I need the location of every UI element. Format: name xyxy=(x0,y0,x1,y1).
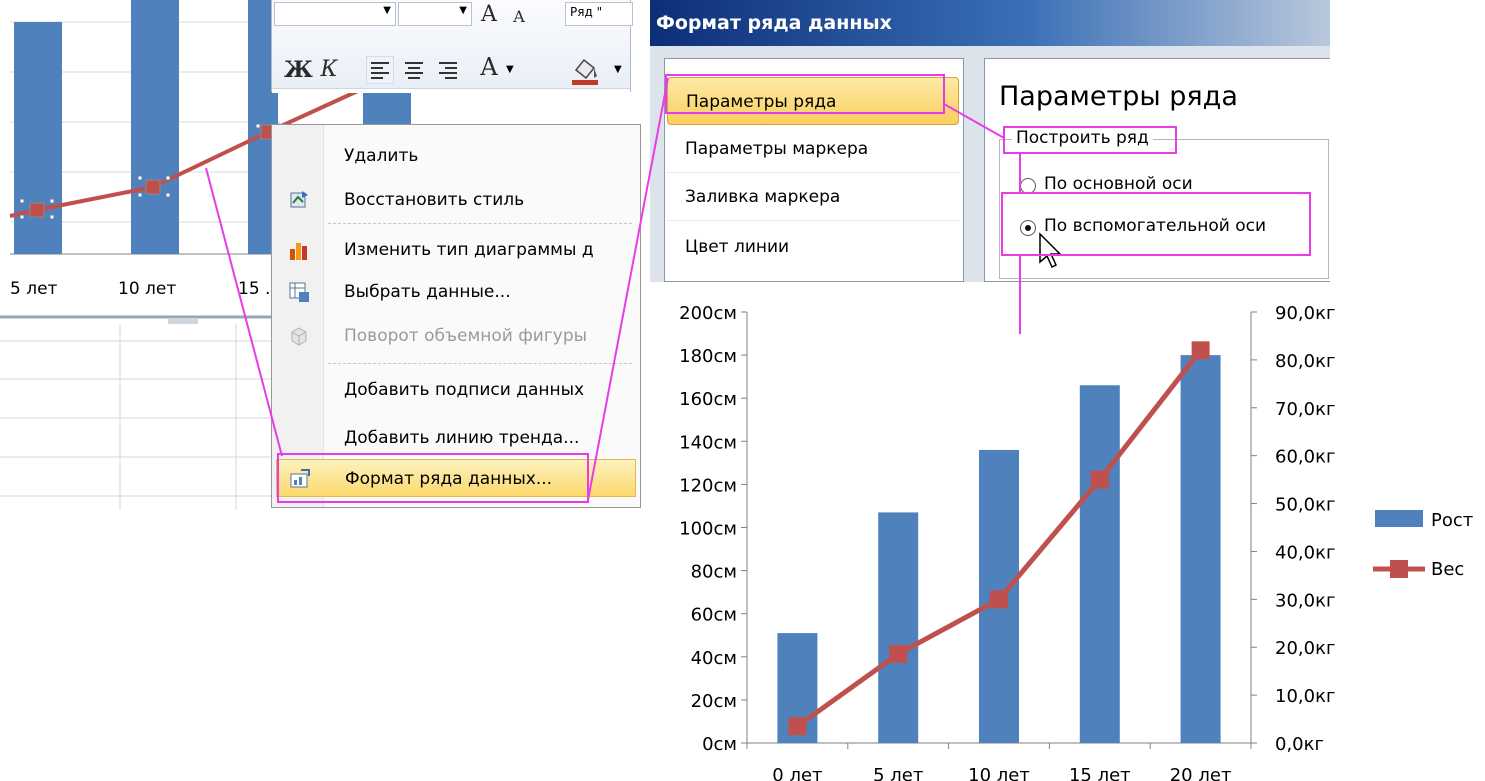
group-label: Построить ряд xyxy=(1012,128,1153,148)
y2-tick-label: 80,0кг xyxy=(1275,351,1335,372)
dialog-title: Формат ряда данных xyxy=(650,0,1330,46)
menu-item-label: Изменить тип диаграммы д xyxy=(344,240,594,260)
legend-swatch-bar xyxy=(1375,510,1423,527)
menu-item-label: Выбрать данные... xyxy=(344,282,511,302)
y2-tick-label: 90,0кг xyxy=(1275,303,1335,324)
format-series-icon xyxy=(290,469,310,488)
chevron-down-icon[interactable]: ▼ xyxy=(614,64,622,75)
font-name-combo[interactable]: ▼ xyxy=(274,2,396,26)
context-menu: Удалить Восстановить стиль Изменить тип … xyxy=(271,124,641,508)
y2-tick-label: 40,0кг xyxy=(1275,542,1335,563)
y-tick-label: 100см xyxy=(679,519,737,540)
bg-bar xyxy=(363,92,411,124)
bar xyxy=(878,512,919,743)
bg-x-label: 10 лет xyxy=(118,279,176,299)
y-tick-label: 180см xyxy=(679,346,737,367)
align-right-icon[interactable] xyxy=(434,56,462,84)
radio-primary-label: По основной оси xyxy=(1044,174,1193,194)
line-marker xyxy=(1090,470,1109,489)
chevron-down-icon[interactable]: ▼ xyxy=(506,64,514,75)
font-size-combo[interactable]: ▼ xyxy=(398,2,472,26)
y2-tick-label: 20,0кг xyxy=(1275,638,1335,659)
chevron-down-icon: ▼ xyxy=(459,5,467,16)
menu-item-label: Формат ряда данных... xyxy=(345,469,553,489)
align-center-icon[interactable] xyxy=(400,56,428,84)
series-name-field[interactable]: Ряд " xyxy=(565,2,633,26)
legend-label: Вес xyxy=(1431,559,1464,580)
fill-color-icon[interactable] xyxy=(570,54,600,86)
font-color-button[interactable]: A xyxy=(478,52,500,82)
chart-type-icon xyxy=(290,243,307,260)
panel-title: Параметры ряда xyxy=(999,81,1238,112)
mouse-cursor-icon xyxy=(1039,232,1062,269)
line-marker xyxy=(1191,341,1210,360)
dialog-nav: Параметры ряда Параметры маркера Заливка… xyxy=(664,58,964,282)
menu-item-format-data-series[interactable]: Формат ряда данных... xyxy=(276,459,636,497)
menu-item-change-chart-type[interactable]: Изменить тип диаграммы д xyxy=(272,231,640,269)
radio-secondary-label: По вспомогательной оси xyxy=(1044,216,1267,236)
y-tick-label: 40см xyxy=(691,648,737,669)
nav-item-marker-options[interactable]: Параметры маркера xyxy=(667,125,959,173)
x-tick-label: 5 лет xyxy=(873,765,923,781)
y-tick-label: 200см xyxy=(679,303,737,324)
y-tick-label: 20см xyxy=(691,691,737,712)
align-left-icon[interactable] xyxy=(366,56,394,84)
y2-tick-label: 60,0кг xyxy=(1275,447,1335,468)
x-tick-label: 15 лет xyxy=(1069,765,1131,781)
bg-bar xyxy=(131,0,179,254)
y-tick-label: 0см xyxy=(702,734,737,755)
bar xyxy=(1180,355,1221,743)
menu-item-add-data-labels[interactable]: Добавить подписи данных xyxy=(272,371,640,409)
y-tick-label: 60см xyxy=(691,605,737,626)
y2-tick-label: 0,0кг xyxy=(1275,734,1324,755)
y-tick-label: 80см xyxy=(691,562,737,583)
dialog-panel: Параметры ряда Построить ряд По основной… xyxy=(984,58,1330,282)
italic-button[interactable]: К xyxy=(318,55,340,85)
y2-tick-label: 10,0кг xyxy=(1275,686,1335,707)
y2-tick-label: 70,0кг xyxy=(1275,399,1335,420)
menu-item-select-data[interactable]: Выбрать данные... xyxy=(272,273,640,311)
menu-item-delete[interactable]: Удалить xyxy=(272,137,640,175)
chevron-down-icon: ▼ xyxy=(383,5,391,16)
legend-label: Рост xyxy=(1431,510,1473,531)
menu-item-label: Добавить подписи данных xyxy=(344,380,585,400)
y-tick-label: 120см xyxy=(679,475,737,496)
shrink-font-button[interactable]: A xyxy=(508,2,530,32)
select-data-icon xyxy=(289,282,309,302)
3d-rotation-icon xyxy=(291,327,307,346)
bg-x-label: 5 лет xyxy=(10,279,58,299)
x-tick-label: 20 лет xyxy=(1170,765,1232,781)
menu-item-add-trendline[interactable]: Добавить линию тренда... xyxy=(272,419,640,457)
bg-x-label: 15 . xyxy=(238,279,270,299)
format-data-series-dialog: Формат ряда данных Параметры ряда Параме… xyxy=(650,0,1330,282)
y-tick-label: 160см xyxy=(679,389,737,410)
legend-swatch-marker xyxy=(1390,560,1408,578)
radio-primary-axis[interactable] xyxy=(1020,178,1036,194)
menu-item-label: Добавить линию тренда... xyxy=(344,428,580,448)
menu-item-label: Удалить xyxy=(344,146,419,166)
y2-tick-label: 30,0кг xyxy=(1275,590,1335,611)
x-tick-label: 10 лет xyxy=(968,765,1030,781)
grow-font-button[interactable]: A xyxy=(478,0,500,30)
y-tick-label: 140см xyxy=(679,432,737,453)
radio-secondary-axis[interactable] xyxy=(1020,220,1036,236)
reset-style-icon xyxy=(290,191,308,208)
line-marker xyxy=(889,644,908,663)
y2-tick-label: 50,0кг xyxy=(1275,495,1335,516)
bold-button[interactable]: Ж xyxy=(284,55,313,85)
menu-item-3d-rotation: Поворот объемной фигуры xyxy=(272,317,640,355)
menu-item-reset-style[interactable]: Восстановить стиль xyxy=(272,181,640,219)
menu-item-label: Восстановить стиль xyxy=(344,190,525,210)
nav-item-series-options[interactable]: Параметры ряда xyxy=(667,77,959,125)
line-marker xyxy=(788,717,807,736)
bar xyxy=(1079,385,1120,743)
menu-item-label: Поворот объемной фигуры xyxy=(344,326,588,346)
nav-item-line-color[interactable]: Цвет линии xyxy=(667,223,959,271)
combo-chart: 0см 20см 40см 60см 80см 100см 120см 140см 160см 1… xyxy=(651,294,1485,781)
x-tick-label: 0 лет xyxy=(772,765,822,781)
nav-item-marker-fill[interactable]: Заливка маркера xyxy=(667,173,959,221)
line-marker xyxy=(990,590,1008,609)
